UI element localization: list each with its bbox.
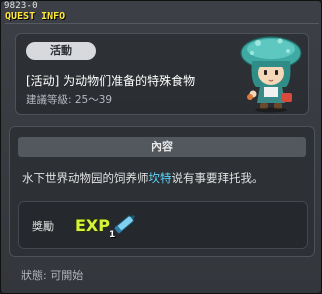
- reward-count: 1: [109, 230, 116, 240]
- description-text-start: 水下世界动物园的饲养师: [22, 171, 149, 185]
- mushroom-hat-girl-icon: [240, 36, 302, 113]
- content-header: 內容: [18, 137, 306, 157]
- exp-text: EXP: [75, 216, 110, 235]
- quest-id: 9823-0: [4, 1, 38, 11]
- reward-box: 獎勵 EXP 1: [18, 201, 308, 249]
- quest-status: 狀態: 可開始: [21, 269, 84, 282]
- window-title: QUEST INFO: [5, 11, 66, 22]
- npc-name-link: 坎特: [148, 171, 172, 185]
- level-requirement: 建議等級: 25～39: [26, 94, 113, 106]
- quest-description: 水下世界动物园的饲养师坎特说有事要拜托我。: [22, 170, 264, 186]
- description-text-end: 说有事要拜托我。: [171, 171, 264, 185]
- quest-name: [活动] 为动物们准备的特殊食物: [26, 74, 196, 88]
- quest-summary-panel: 活動 [活动] 为动物们准备的特殊食物 建議等級: 25～39: [15, 33, 309, 115]
- reward-label: 獎勵: [32, 220, 54, 233]
- event-tag: 活動: [26, 42, 96, 60]
- quest-content-panel: 內容 水下世界动物园的饲养师坎特说有事要拜托我。 獎勵 EXP 1: [9, 126, 315, 257]
- title-divider: [5, 23, 319, 24]
- quest-info-window: 9823-0 QUEST INFO 活動 [活动] 为动物们准备的特殊食物 建議…: [0, 0, 322, 294]
- exp-icon[interactable]: EXP: [73, 210, 139, 242]
